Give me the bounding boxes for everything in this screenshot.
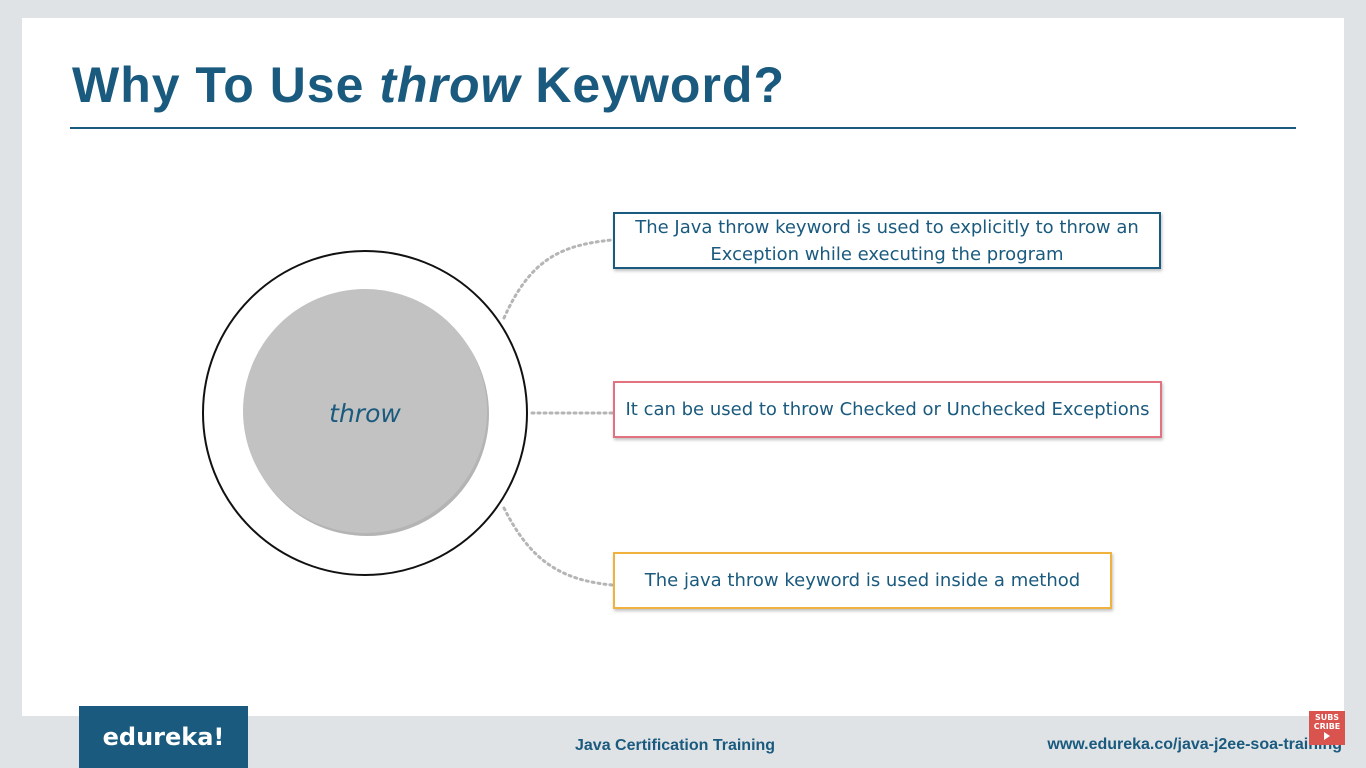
point-box-inside-method: The java throw keyword is used inside a …	[613, 552, 1112, 609]
point-text: The Java throw keyword is used to explic…	[635, 216, 1139, 265]
center-label: throw	[329, 399, 401, 428]
logo-text: edureka!	[102, 723, 225, 751]
course-name: Java Certification Training	[575, 737, 776, 754]
point-text: The java throw keyword is used inside a …	[644, 570, 1081, 591]
point-box-explicit-throw: The Java throw keyword is used to explic…	[613, 212, 1161, 269]
subscribe-line2: CRIBE	[1313, 722, 1341, 731]
point-box-checked-unchecked: It can be used to throw Checked or Unche…	[613, 381, 1162, 438]
subscribe-line1: SUBS	[1314, 713, 1340, 722]
connector-bottom	[502, 506, 614, 587]
point-text: It can be used to throw Checked or Unche…	[625, 399, 1150, 420]
course-url[interactable]: www.edureka.co/java-j2ee-soa-training	[1047, 736, 1342, 754]
connector-top	[502, 238, 614, 320]
edureka-logo: edureka!	[79, 706, 248, 768]
play-icon	[1324, 732, 1330, 740]
youtube-subscribe-icon[interactable]: SUBS CRIBE	[1309, 711, 1345, 745]
